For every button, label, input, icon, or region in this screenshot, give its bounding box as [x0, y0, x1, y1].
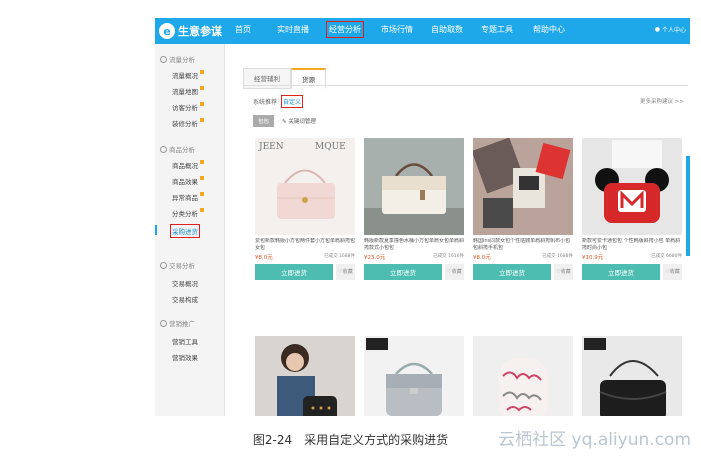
brand-name: 生意参谋 — [178, 25, 222, 38]
sidebar-section-trade[interactable]: 交易分析 — [160, 260, 195, 270]
sidebar-item-category[interactable]: 分类分析 — [172, 208, 204, 218]
user-menu[interactable]: ● 个人中心 — [655, 25, 686, 34]
eye-icon — [160, 55, 167, 63]
product-price: ¥8.0元 — [473, 255, 491, 261]
tab-divider — [243, 85, 688, 86]
sidebar-item-traffic-map[interactable]: 流量地图 — [172, 86, 204, 96]
sidebar-item-visitor[interactable]: 访客分析 — [172, 102, 204, 112]
side-rail[interactable] — [686, 156, 690, 256]
sidebar-selection-marker — [155, 225, 157, 235]
nav-tools[interactable]: 专题工具 — [481, 24, 513, 35]
subtab-custom[interactable]: 自定义 — [281, 95, 304, 108]
subtab-bar: 系统推荐 自定义 — [253, 95, 304, 108]
product-price: ¥8.0元 — [255, 255, 273, 261]
product-image[interactable] — [582, 138, 682, 235]
nav-home[interactable]: 首页 — [235, 24, 251, 35]
main-content: 经营辅利 货源 系统推荐 自定义 更多采购建议 >> 包包 ✎ 关键词管理 JE… — [225, 44, 690, 416]
product-title[interactable]: 韩版新款夏季撞色水桶小方包单肩女包单肩斜挎款式小包包 — [364, 238, 464, 251]
sidebar-item-trade-structure[interactable]: 交易构成 — [172, 294, 198, 304]
product-sold: 已成交 1616件 — [433, 254, 464, 259]
product-price: ¥10.9元 — [582, 255, 604, 261]
product-image[interactable] — [364, 138, 464, 235]
sidebar-section-traffic[interactable]: 流量分析 — [160, 54, 195, 64]
favorite-button[interactable]: ♡ 收藏 — [554, 264, 573, 280]
product-title[interactable]: 爱包新款韩版小方包两件套小方包单肩斜挎包女包 — [255, 238, 355, 251]
product-sold: 已成交 1688件 — [542, 254, 573, 259]
sidebar-item-goods-effect[interactable]: 商品效果 — [172, 176, 204, 186]
sidebar-item-goods-overview[interactable]: 商品概况 — [172, 160, 204, 170]
favorite-button[interactable]: ♡ 收藏 — [445, 264, 464, 280]
box-icon — [160, 145, 167, 153]
buy-now-button[interactable]: 立即进货 — [582, 264, 660, 280]
product-price: ¥23.0元 — [364, 255, 386, 261]
sidebar-item-traffic-overview[interactable]: 流量概况 — [172, 70, 204, 80]
buy-now-button[interactable]: 立即进货 — [473, 264, 551, 280]
product-image[interactable] — [255, 336, 355, 416]
product-image[interactable]: JEEN MQUE — [255, 138, 355, 235]
product-card[interactable] — [582, 336, 682, 416]
product-card[interactable]: 韩版新款夏季撞色水桶小方包单肩女包单肩斜挎款式小包包 ¥23.0元 已成交 161… — [364, 138, 464, 280]
brand[interactable]: e 生意参谋 — [159, 22, 222, 40]
more-suggestions-link[interactable]: 更多采购建议 >> — [640, 97, 684, 105]
sidebar-item-abnormal[interactable]: 异常商品 — [172, 192, 204, 202]
sidebar-section-goods[interactable]: 商品分析 — [160, 144, 195, 154]
nav-help[interactable]: 帮助中心 — [533, 24, 565, 35]
product-image[interactable] — [473, 138, 573, 235]
sidebar-item-decoration[interactable]: 装修分析 — [172, 118, 204, 128]
buy-now-button[interactable]: 立即进货 — [364, 264, 442, 280]
sidebar-item-purchase[interactable]: 采购进货 — [170, 224, 200, 238]
sidebar-section-marketing[interactable]: 营销推广 — [160, 318, 195, 328]
buy-now-button[interactable]: 立即进货 — [255, 264, 333, 280]
svg-text:MQUE: MQUE — [315, 142, 346, 152]
brand-logo-icon: e — [159, 23, 175, 39]
sidebar: 流量分析 流量概况 流量地图 访客分析 装修分析 商品分析 商品概况 商品效果 … — [155, 44, 225, 416]
product-sold: 已成交 1688件 — [324, 254, 355, 259]
product-card[interactable] — [364, 336, 464, 416]
keyword-manage-link[interactable]: ✎ 关键词管理 — [282, 117, 316, 125]
product-image[interactable] — [364, 336, 464, 416]
sidebar-item-trade-overview[interactable]: 交易概况 — [172, 278, 198, 288]
keyword-chip[interactable]: 包包 — [253, 115, 275, 127]
keyword-filter: 包包 ✎ 关键词管理 — [253, 115, 316, 127]
user-label: 个人中心 — [661, 27, 686, 34]
svg-text:JEEN: JEEN — [258, 142, 284, 152]
favorite-button[interactable]: ♡ 收藏 — [663, 264, 682, 280]
product-image[interactable] — [582, 336, 682, 416]
product-title[interactable]: 新款可爱卡通包包 个性韩版斜挎小包 单肩斜挎时尚小包 — [582, 238, 682, 251]
top-nav: e 生意参谋 首页 实时直播 经营分析 市场行情 自助取数 专题工具 帮助中心 … — [155, 18, 690, 44]
tag-icon — [160, 319, 167, 327]
sidebar-item-marketing-effect[interactable]: 营销效果 — [172, 352, 198, 362]
product-card[interactable] — [473, 336, 573, 416]
nav-live[interactable]: 实时直播 — [277, 24, 309, 35]
watermark: 云栖社区 yq.aliyun.com — [498, 430, 691, 450]
product-card[interactable]: 韩国ins同款女包个性骷髅单肩斜挎帆布小包包斜挎手机包 ¥8.0元 已成交 168… — [473, 138, 573, 280]
nav-market[interactable]: 市场行情 — [381, 24, 413, 35]
sidebar-item-marketing-tools[interactable]: 营销工具 — [172, 336, 198, 346]
subtab-recommend[interactable]: 系统推荐 — [253, 97, 277, 106]
user-icon: ● — [654, 26, 660, 33]
product-card[interactable]: 新款可爱卡通包包 个性韩版斜挎小包 单肩斜挎时尚小包 ¥10.9元 已成交 668… — [582, 138, 682, 280]
favorite-button[interactable]: ♡ 收藏 — [336, 264, 355, 280]
nav-self-service[interactable]: 自助取数 — [431, 24, 463, 35]
cart-icon — [160, 261, 167, 269]
product-card[interactable]: JEEN MQUE 爱包新款韩版小方包两件套小方包单肩斜挎包女包 ¥8.0元 已成交… — [255, 138, 355, 280]
product-card[interactable] — [255, 336, 355, 416]
product-sold: 已成交 6680件 — [651, 254, 682, 259]
product-title[interactable]: 韩国ins同款女包个性骷髅单肩斜挎帆布小包包斜挎手机包 — [473, 238, 573, 251]
product-image[interactable] — [473, 336, 573, 416]
nav-business-analysis[interactable]: 经营分析 — [326, 21, 364, 38]
app-window: e 生意参谋 首页 实时直播 经营分析 市场行情 自助取数 专题工具 帮助中心 … — [155, 18, 690, 416]
